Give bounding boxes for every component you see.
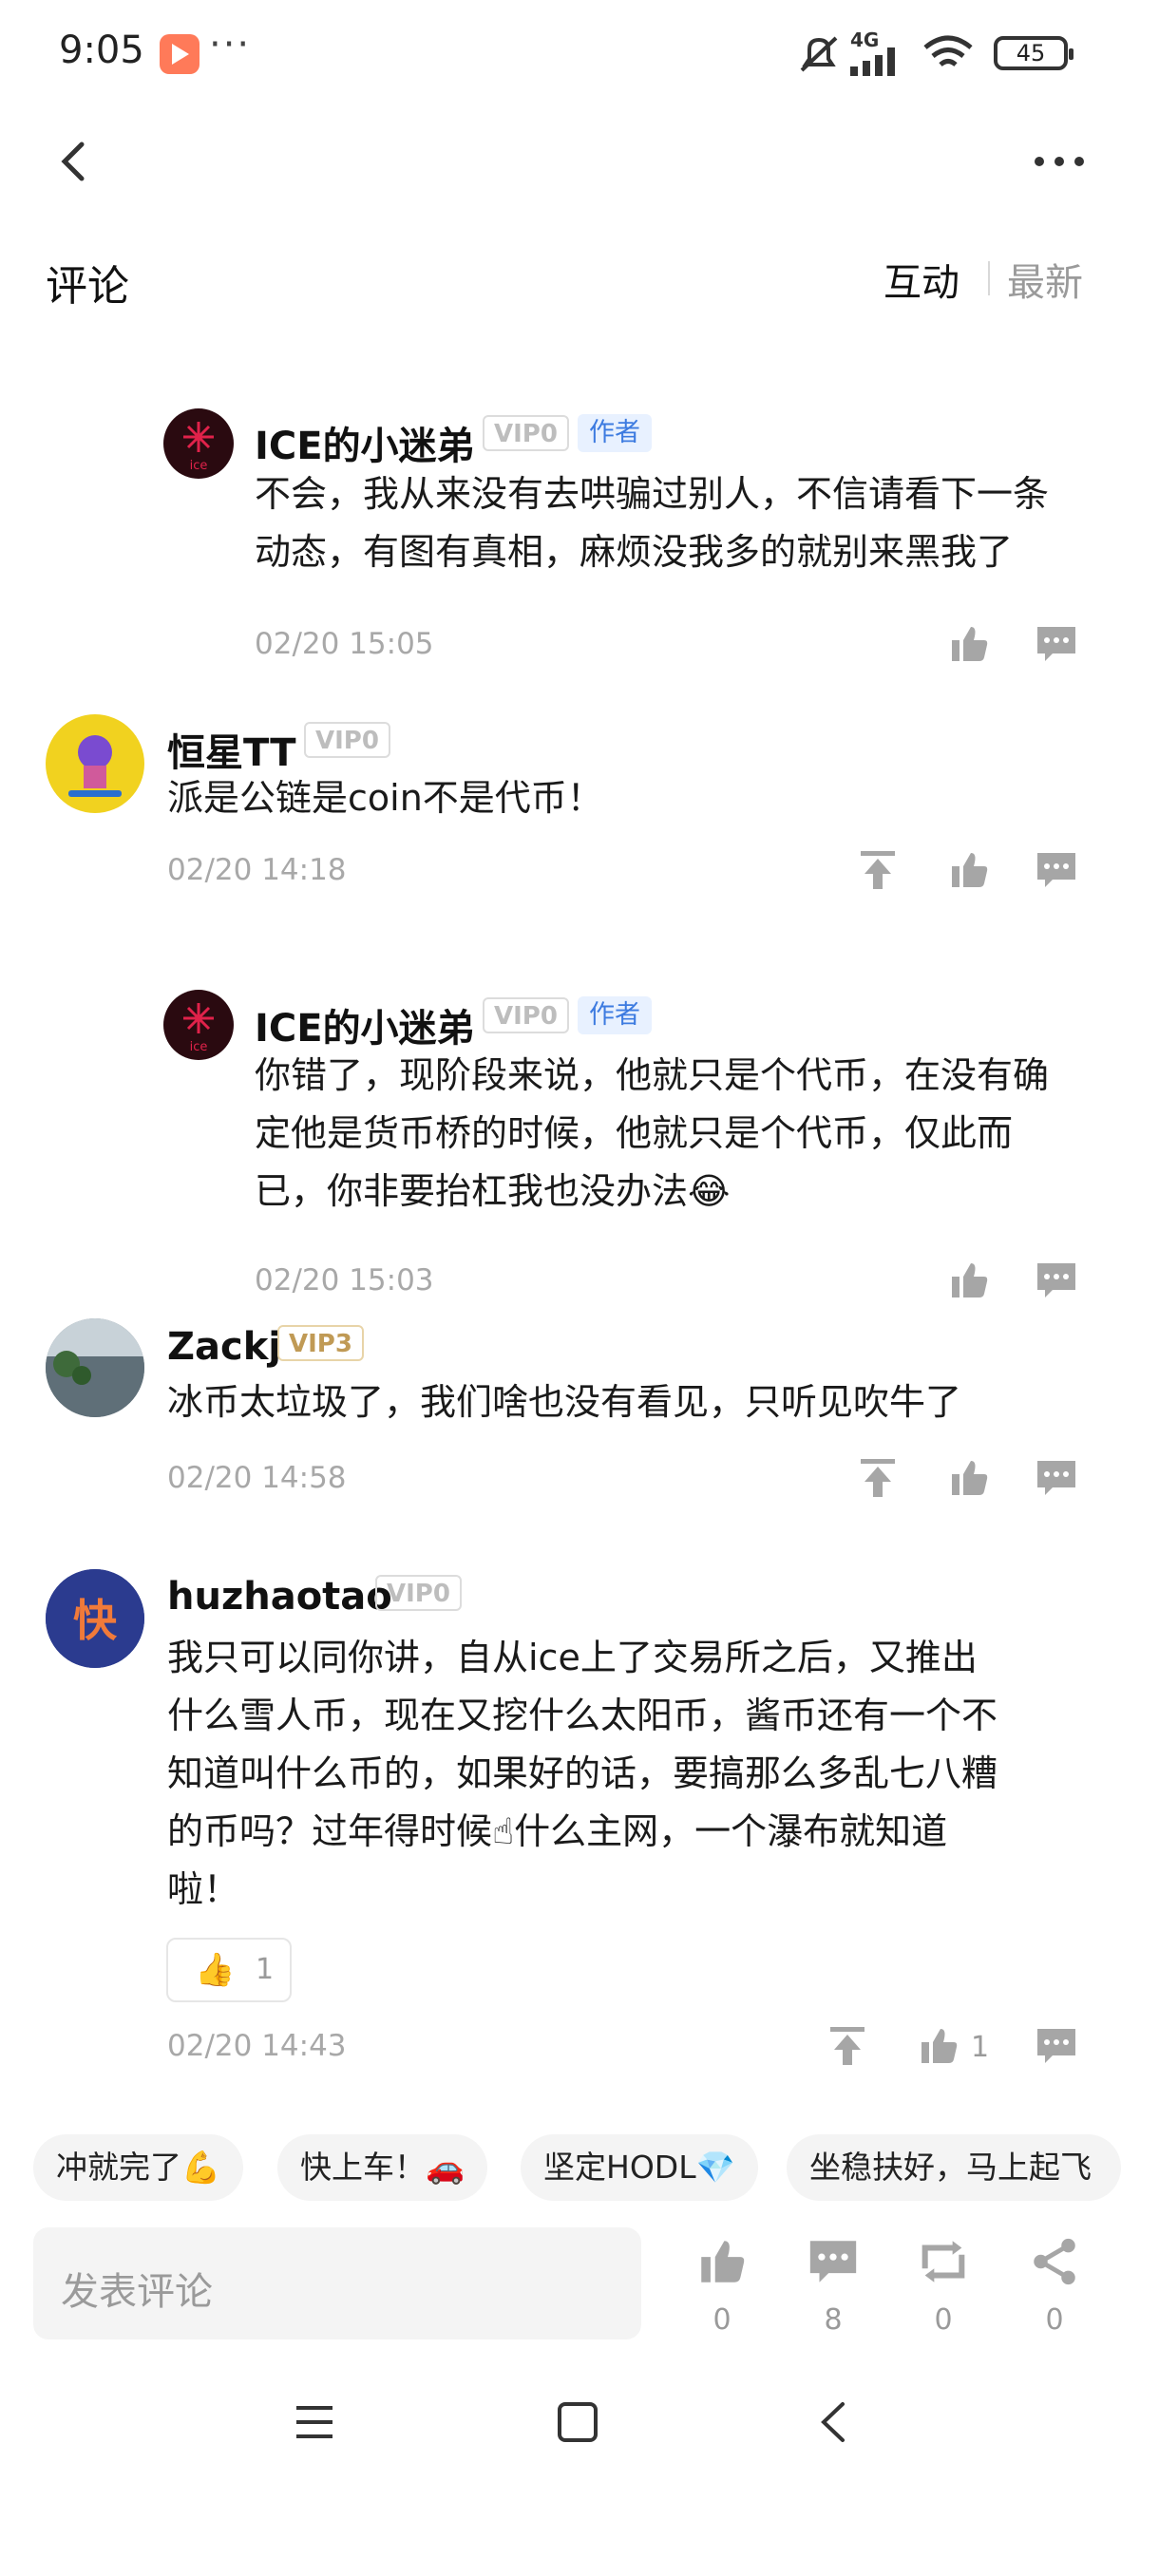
reply-icon[interactable] (1034, 2023, 1079, 2069)
thumbs-up-emoji: 👍 (195, 1951, 236, 1989)
reply-icon[interactable] (1034, 847, 1079, 893)
svg-text:ice: ice (190, 459, 208, 473)
svg-text:快: 快 (73, 1595, 118, 1646)
like-icon[interactable] (946, 621, 992, 667)
pin-to-top-icon[interactable] (855, 1455, 901, 1501)
avatar[interactable] (46, 1318, 144, 1417)
vip-badge: VIP0 (483, 415, 569, 451)
comment-text-line: 已，你非要抬杠我也没办法😂 (255, 1170, 731, 1212)
repost-count: 0 (934, 2303, 953, 2337)
comment-text-line: 定他是货币桥的时候，他就只是个代币，仅此而 (255, 1112, 1014, 1154)
like-icon[interactable] (694, 2234, 750, 2289)
reply-icon[interactable] (1034, 1258, 1079, 1303)
like-icon[interactable] (916, 2023, 961, 2069)
avatar[interactable]: ice (163, 990, 234, 1060)
username[interactable]: ICE的小迷弟 (255, 415, 475, 470)
vip-badge: VIP3 (277, 1325, 364, 1361)
username[interactable]: ICE的小迷弟 (255, 997, 475, 1052)
vip-badge: VIP0 (304, 722, 390, 758)
pin-to-top-icon[interactable] (825, 2023, 870, 2069)
battery-indicator: 45 (994, 36, 1074, 70)
comment-text-line: 我只可以同你讲，自从ice上了交易所之后，又推出 (167, 1637, 978, 1678)
menu-nav-icon[interactable] (291, 2398, 338, 2446)
status-more: ··· (209, 23, 252, 66)
ice-logo-icon: ice (183, 1003, 214, 1054)
ice-logo-icon: ice (183, 422, 214, 473)
username[interactable]: huzhaotao (167, 1575, 392, 1619)
reaction-count: 1 (256, 1953, 275, 1986)
comment-text-line: 啦！ (167, 1868, 240, 1910)
like-icon[interactable] (946, 847, 992, 893)
comment-text-line: 冰币太垃圾了，我们啥也没有看见，只听见吹牛了 (167, 1381, 962, 1423)
vip-badge: VIP0 (483, 997, 569, 1033)
comment-date: 02/20 15:05 (255, 627, 434, 661)
quick-reply-chip[interactable]: 冲就完了💪 (33, 2134, 244, 2201)
comment-count: 8 (824, 2303, 843, 2337)
comment-input-placeholder: 发表评论 (61, 2270, 213, 2314)
like-count: 1 (971, 2031, 990, 2064)
comment-text-line: 动态，有图有真相，麻烦没我多的就别来黑我了 (255, 531, 1014, 573)
reply-icon[interactable] (1034, 621, 1079, 667)
page-title: 评论 (46, 262, 129, 311)
like-count: 0 (712, 2303, 732, 2337)
like-icon[interactable] (946, 1455, 992, 1501)
pin-to-top-icon[interactable] (855, 847, 901, 893)
repost-icon[interactable] (916, 2234, 971, 2289)
comment-icon[interactable] (806, 2234, 861, 2289)
more-options-button[interactable] (1026, 133, 1092, 190)
wifi-icon (923, 35, 973, 66)
skateboarder-avatar-icon (68, 735, 122, 797)
comment-date: 02/20 15:03 (255, 1263, 434, 1297)
quick-reply-chip[interactable]: 快上车！🚗 (277, 2134, 488, 2201)
back-button[interactable] (46, 133, 103, 190)
vip-badge: VIP0 (375, 1575, 462, 1611)
comment-text-line: 派是公链是coin不是代币！ (167, 777, 603, 819)
signal-icon (850, 47, 895, 76)
comment-text-line: 什么雪人币，现在又挖什么太阳币，酱币还有一个不 (167, 1695, 998, 1736)
reply-icon[interactable] (1034, 1455, 1079, 1501)
comment-text-line: 的币吗？过年得时候☝什么主网，一个瀑布就知道 (167, 1810, 948, 1852)
share-count: 0 (1045, 2303, 1064, 2337)
avatar[interactable]: ice (163, 408, 234, 479)
comment-date: 02/20 14:58 (167, 1461, 347, 1495)
mute-icon (800, 36, 838, 72)
tab-divider (988, 261, 990, 295)
author-badge: 作者 (578, 996, 652, 1034)
comment-text-line: 你错了，现阶段来说，他就只是个代币，在没有确 (255, 1054, 1050, 1096)
tab-latest[interactable]: 最新 (1007, 252, 1083, 307)
text-avatar-icon: 快 (46, 1569, 144, 1668)
quick-reply-chip[interactable]: 坚定HODL💎 (521, 2134, 758, 2201)
comment-text-line: 不会，我从来没有去哄骗过别人，不信请看下一条 (255, 473, 1050, 515)
username[interactable]: Zackj (167, 1325, 281, 1369)
status-time: 9:05 (59, 28, 144, 72)
comment-date: 02/20 14:18 (167, 853, 347, 887)
author-badge: 作者 (578, 414, 652, 452)
video-app-icon (160, 34, 200, 74)
back-nav-icon[interactable] (810, 2398, 858, 2446)
avatar[interactable] (46, 714, 144, 813)
svg-text:ice: ice (190, 1040, 208, 1054)
landscape-avatar-icon (46, 1318, 144, 1417)
tab-interact[interactable]: 互动 (884, 252, 960, 307)
reaction-chip[interactable]: 👍 1 (166, 1938, 292, 2002)
comment-text-line: 知道叫什么币的，如果好的话，要搞那么多乱七八糟 (167, 1752, 998, 1794)
like-icon[interactable] (946, 1258, 992, 1303)
home-nav-icon[interactable] (554, 2398, 601, 2446)
comment-date: 02/20 14:43 (167, 2029, 347, 2063)
avatar[interactable]: 快 (46, 1569, 144, 1668)
quick-reply-chip[interactable]: 坐稳扶好，马上起飞 (787, 2134, 1121, 2201)
share-icon[interactable] (1027, 2234, 1082, 2289)
